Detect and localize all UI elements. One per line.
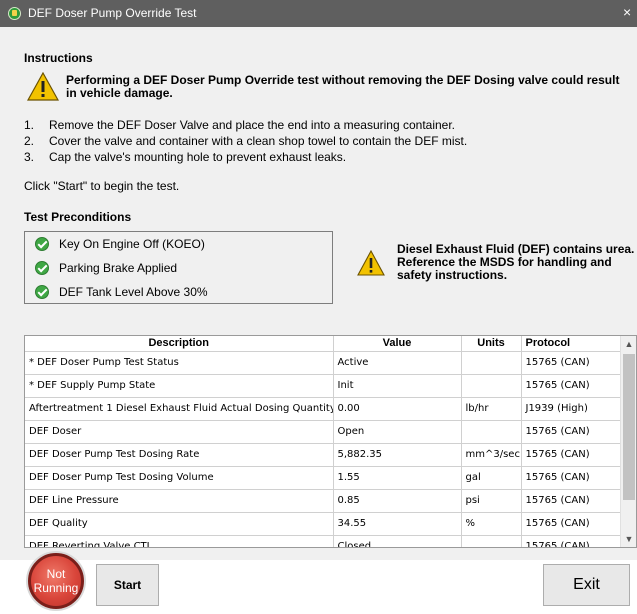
cell-value: 0.00 <box>333 397 462 421</box>
cell-protocol: 15765 (CAN) <box>521 489 621 513</box>
cell-protocol: 15765 (CAN) <box>521 466 621 490</box>
cell-description: * DEF Doser Pump Test Status <box>25 351 334 375</box>
table-row[interactable]: DEF Reverting Valve CTL Closed 15765 (CA… <box>25 535 621 547</box>
cell-description: DEF Doser Pump Test Dosing Volume <box>25 466 334 490</box>
cell-value: 5,882.35 <box>333 443 462 467</box>
instruction-steps: 1. Remove the DEF Doser Valve and place … <box>24 117 467 165</box>
cell-protocol: 15765 (CAN) <box>521 443 621 467</box>
table-row[interactable]: DEF Doser Pump Test Dosing Rate 5,882.35… <box>25 443 621 467</box>
cell-value: Open <box>333 420 462 444</box>
cell-units: psi <box>461 489 522 513</box>
cell-description: DEF Quality <box>25 512 334 536</box>
precondition-label: Parking Brake Applied <box>59 261 178 275</box>
cell-units <box>461 535 522 547</box>
cell-description: DEF Doser Pump Test Dosing Rate <box>25 443 334 467</box>
step-text: Cap the valve's mounting hole to prevent… <box>49 150 347 164</box>
precondition-label: Key On Engine Off (KOEO) <box>59 237 205 251</box>
table-row[interactable]: DEF Quality 34.55 % 15765 (CAN) <box>25 512 621 536</box>
cell-value: 1.55 <box>333 466 462 490</box>
cell-description: DEF Doser <box>25 420 334 444</box>
cell-protocol: 15765 (CAN) <box>521 351 621 375</box>
cell-units <box>461 420 522 444</box>
table-row[interactable]: Aftertreatment 1 Diesel Exhaust Fluid Ac… <box>25 397 621 421</box>
cell-protocol: 15765 (CAN) <box>521 535 621 547</box>
table-row[interactable]: * DEF Supply Pump State Init 15765 (CAN) <box>25 374 621 398</box>
step-text: Remove the DEF Doser Valve and place the… <box>49 118 456 132</box>
window-title: DEF Doser Pump Override Test <box>28 6 197 20</box>
cell-description: * DEF Supply Pump State <box>25 374 334 398</box>
cell-protocol: J1939 (High) <box>521 397 621 421</box>
app-icon <box>8 7 21 20</box>
cell-description: DEF Line Pressure <box>25 489 334 513</box>
table-row[interactable]: * DEF Doser Pump Test Status Active 1576… <box>25 351 621 375</box>
instructions-heading: Instructions <box>24 51 93 65</box>
cell-units: gal <box>461 466 522 490</box>
scroll-thumb[interactable] <box>623 354 635 500</box>
status-line-1: Not <box>46 567 66 581</box>
status-line-2: Running <box>33 581 79 595</box>
start-button[interactable]: Start <box>96 564 159 606</box>
instruction-step: 3. Cap the valve's mounting hole to prev… <box>24 149 467 165</box>
cell-value: Active <box>333 351 462 375</box>
check-icon <box>35 261 49 275</box>
cell-value: Closed <box>333 535 462 547</box>
urea-warning-text: Diesel Exhaust Fluid (DEF) contains urea… <box>397 242 635 282</box>
cell-units: mm^3/sec <box>461 443 522 467</box>
test-status-indicator: Not Running <box>28 553 84 609</box>
precondition-item: Key On Engine Off (KOEO) <box>35 235 205 253</box>
close-icon[interactable]: × <box>623 4 637 20</box>
step-text: Cover the valve and container with a cle… <box>49 134 468 148</box>
table-header-row: Description Value Units Protocol <box>25 336 621 352</box>
parameter-table: Description Value Units Protocol * DEF D… <box>24 335 637 548</box>
cell-description: Aftertreatment 1 Diesel Exhaust Fluid Ac… <box>25 397 334 421</box>
preconditions-heading: Test Preconditions <box>24 210 132 224</box>
column-header-units[interactable]: Units <box>461 336 522 352</box>
precondition-item: DEF Tank Level Above 30% <box>35 283 208 301</box>
damage-warning-text: Performing a DEF Doser Pump Override tes… <box>66 73 620 100</box>
step-number: 2. <box>24 134 35 148</box>
table-row[interactable]: DEF Line Pressure 0.85 psi 15765 (CAN) <box>25 489 621 513</box>
cell-units: % <box>461 512 522 536</box>
cell-value: 0.85 <box>333 489 462 513</box>
cell-value: Init <box>333 374 462 398</box>
click-start-hint: Click "Start" to begin the test. <box>24 179 180 193</box>
cell-description: DEF Reverting Valve CTL <box>25 535 334 547</box>
preconditions-panel: Key On Engine Off (KOEO) Parking Brake A… <box>24 231 333 304</box>
instruction-step: 1. Remove the DEF Doser Valve and place … <box>24 117 467 133</box>
column-header-description[interactable]: Description <box>25 336 334 352</box>
precondition-item: Parking Brake Applied <box>35 259 177 277</box>
vertical-scrollbar[interactable]: ▲ ▼ <box>620 336 636 547</box>
scroll-up-icon[interactable]: ▲ <box>621 336 636 352</box>
cell-protocol: 15765 (CAN) <box>521 374 621 398</box>
warning-icon <box>357 250 385 276</box>
cell-value: 34.55 <box>333 512 462 536</box>
cell-protocol: 15765 (CAN) <box>521 512 621 536</box>
step-number: 3. <box>24 150 35 164</box>
cell-units <box>461 351 522 375</box>
exit-button[interactable]: Exit <box>543 564 630 606</box>
scroll-down-icon[interactable]: ▼ <box>621 531 636 547</box>
precondition-label: DEF Tank Level Above 30% <box>59 285 208 299</box>
column-header-protocol[interactable]: Protocol <box>521 336 621 352</box>
cell-units <box>461 374 522 398</box>
check-icon <box>35 237 49 251</box>
cell-units: lb/hr <box>461 397 522 421</box>
table-row[interactable]: DEF Doser Pump Test Dosing Volume 1.55 g… <box>25 466 621 490</box>
parameter-grid: Description Value Units Protocol * DEF D… <box>25 336 621 547</box>
title-bar: DEF Doser Pump Override Test × <box>0 0 637 27</box>
table-row[interactable]: DEF Doser Open 15765 (CAN) <box>25 420 621 444</box>
check-icon <box>35 285 49 299</box>
column-header-value[interactable]: Value <box>333 336 462 352</box>
instruction-step: 2. Cover the valve and container with a … <box>24 133 467 149</box>
cell-protocol: 15765 (CAN) <box>521 420 621 444</box>
step-number: 1. <box>24 118 35 132</box>
warning-icon <box>27 72 59 101</box>
